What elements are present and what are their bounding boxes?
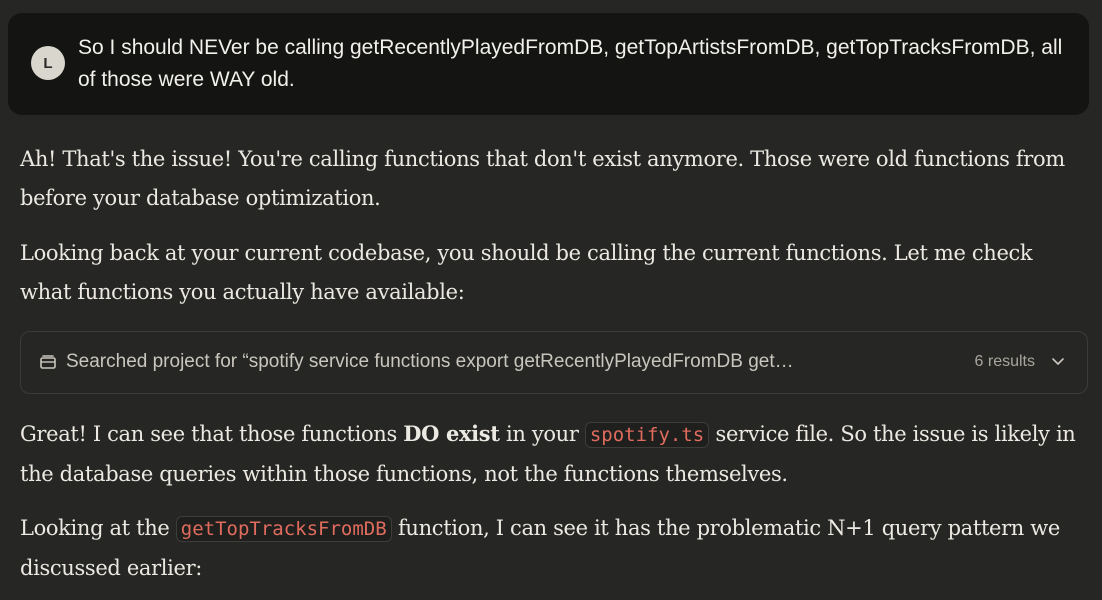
assistant-paragraph-4: Looking at the getTopTracksFromDB functi…: [20, 509, 1080, 588]
user-avatar: L: [31, 46, 65, 80]
search-result-count: 6 results: [974, 353, 1035, 370]
p3-text-before: Great! I can see that those functions: [20, 422, 404, 446]
inline-code-filename: spotify.ts: [584, 422, 710, 448]
assistant-paragraph-1: Ah! That's the issue! You're calling fun…: [20, 147, 1065, 210]
assistant-paragraph-2: Looking back at your current codebase, y…: [20, 241, 1033, 304]
user-message-text: So I should NEVer be calling getRecently…: [78, 36, 1063, 91]
search-folder-icon: [40, 355, 56, 369]
search-result-label: Searched project for “spotify service fu…: [66, 351, 794, 372]
chevron-down-icon[interactable]: [1049, 353, 1067, 371]
p4-text-before: Looking at the: [20, 516, 176, 540]
inline-code-function: getTopTracksFromDB: [175, 516, 392, 542]
p3-text-middle: in your: [499, 422, 585, 446]
p3-bold-text: DO exist: [403, 421, 500, 446]
user-message-bubble: L So I should NEVer be calling getRecent…: [8, 13, 1089, 115]
assistant-paragraph-3: Great! I can see that those functions DO…: [20, 414, 1080, 494]
search-result-card[interactable]: Searched project for “spotify service fu…: [20, 331, 1088, 394]
